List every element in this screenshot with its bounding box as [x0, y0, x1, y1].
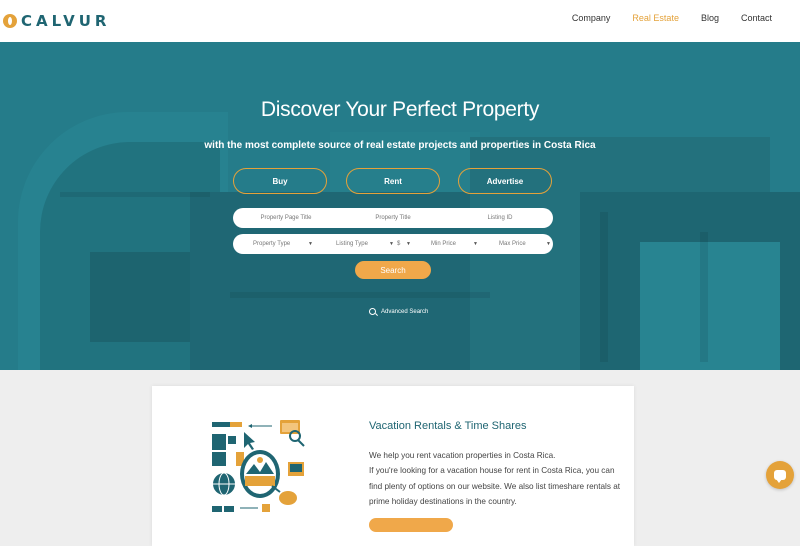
chevron-down-icon: ▼: [308, 241, 313, 247]
tab-rent[interactable]: Rent: [346, 168, 440, 194]
vacation-rentals-card: Vacation Rentals & Time Shares We help y…: [152, 386, 634, 546]
chevron-down-icon: ▼: [546, 241, 551, 247]
advanced-search-label: Advanced Search: [381, 308, 429, 315]
chevron-down-icon: ▼: [473, 241, 478, 247]
nav-item-blog[interactable]: Blog: [701, 13, 719, 23]
search-text-row: Property Page Title Property Title Listi…: [233, 208, 553, 228]
search-filter-row: Property Type ▼ Listing Type ▼ $ ▼ Min P…: [233, 234, 553, 254]
card-title: Vacation Rentals & Time Shares: [369, 420, 527, 432]
tab-advertise[interactable]: Advertise: [458, 168, 552, 194]
hero-title: Discover Your Perfect Property: [260, 98, 540, 121]
search-icon: [369, 308, 376, 315]
card-description-paragraph: If you're looking for a vacation house f…: [369, 466, 621, 507]
card-description-line: We help you rent vacation properties in …: [369, 451, 556, 460]
property-type-value: Property Type: [253, 241, 291, 247]
calvur-logo-icon: [3, 14, 17, 28]
currency-select[interactable]: $ ▼: [397, 234, 411, 254]
brand-name: CALVUR: [21, 12, 111, 30]
brand-logo[interactable]: CALVUR: [3, 10, 110, 32]
top-navbar: CALVUR Company Real Estate Blog Contact: [0, 0, 800, 42]
card-cta-button[interactable]: [369, 518, 453, 532]
hero-overlay: [0, 42, 800, 370]
property-type-select[interactable]: Property Type ▼: [253, 234, 313, 254]
search-button[interactable]: Search: [355, 261, 431, 279]
listing-type-select[interactable]: Listing Type ▼: [336, 234, 394, 254]
min-price-value: Min Price: [431, 241, 457, 247]
tab-buy[interactable]: Buy: [233, 168, 327, 194]
currency-value: $: [397, 241, 401, 247]
listing-id-input[interactable]: Listing ID: [447, 208, 553, 228]
property-title-input[interactable]: Property Title: [339, 208, 447, 228]
chevron-down-icon: ▼: [406, 241, 411, 247]
advanced-search-link[interactable]: Advanced Search: [369, 308, 428, 315]
vacation-illustration-icon: [212, 420, 305, 512]
min-price-select[interactable]: Min Price ▼: [431, 234, 478, 254]
hero-section: Discover Your Perfect Property with the …: [0, 42, 800, 370]
listing-type-value: Listing Type: [336, 241, 368, 247]
nav-item-company[interactable]: Company: [572, 13, 611, 23]
chat-widget-button[interactable]: [766, 461, 794, 489]
max-price-select[interactable]: Max Price ▼: [499, 234, 551, 254]
hero-subtitle: with the most complete source of real es…: [204, 140, 596, 151]
chevron-down-icon: ▼: [389, 241, 394, 247]
nav-item-real-estate[interactable]: Real Estate: [632, 13, 679, 23]
card-description: We help you rent vacation properties in …: [369, 448, 629, 510]
nav-item-contact[interactable]: Contact: [741, 13, 772, 23]
property-page-title-input[interactable]: Property Page Title: [233, 208, 339, 228]
max-price-value: Max Price: [499, 241, 526, 247]
chat-icon: [774, 470, 786, 483]
nav-links: Company Real Estate Blog Contact: [550, 13, 772, 23]
